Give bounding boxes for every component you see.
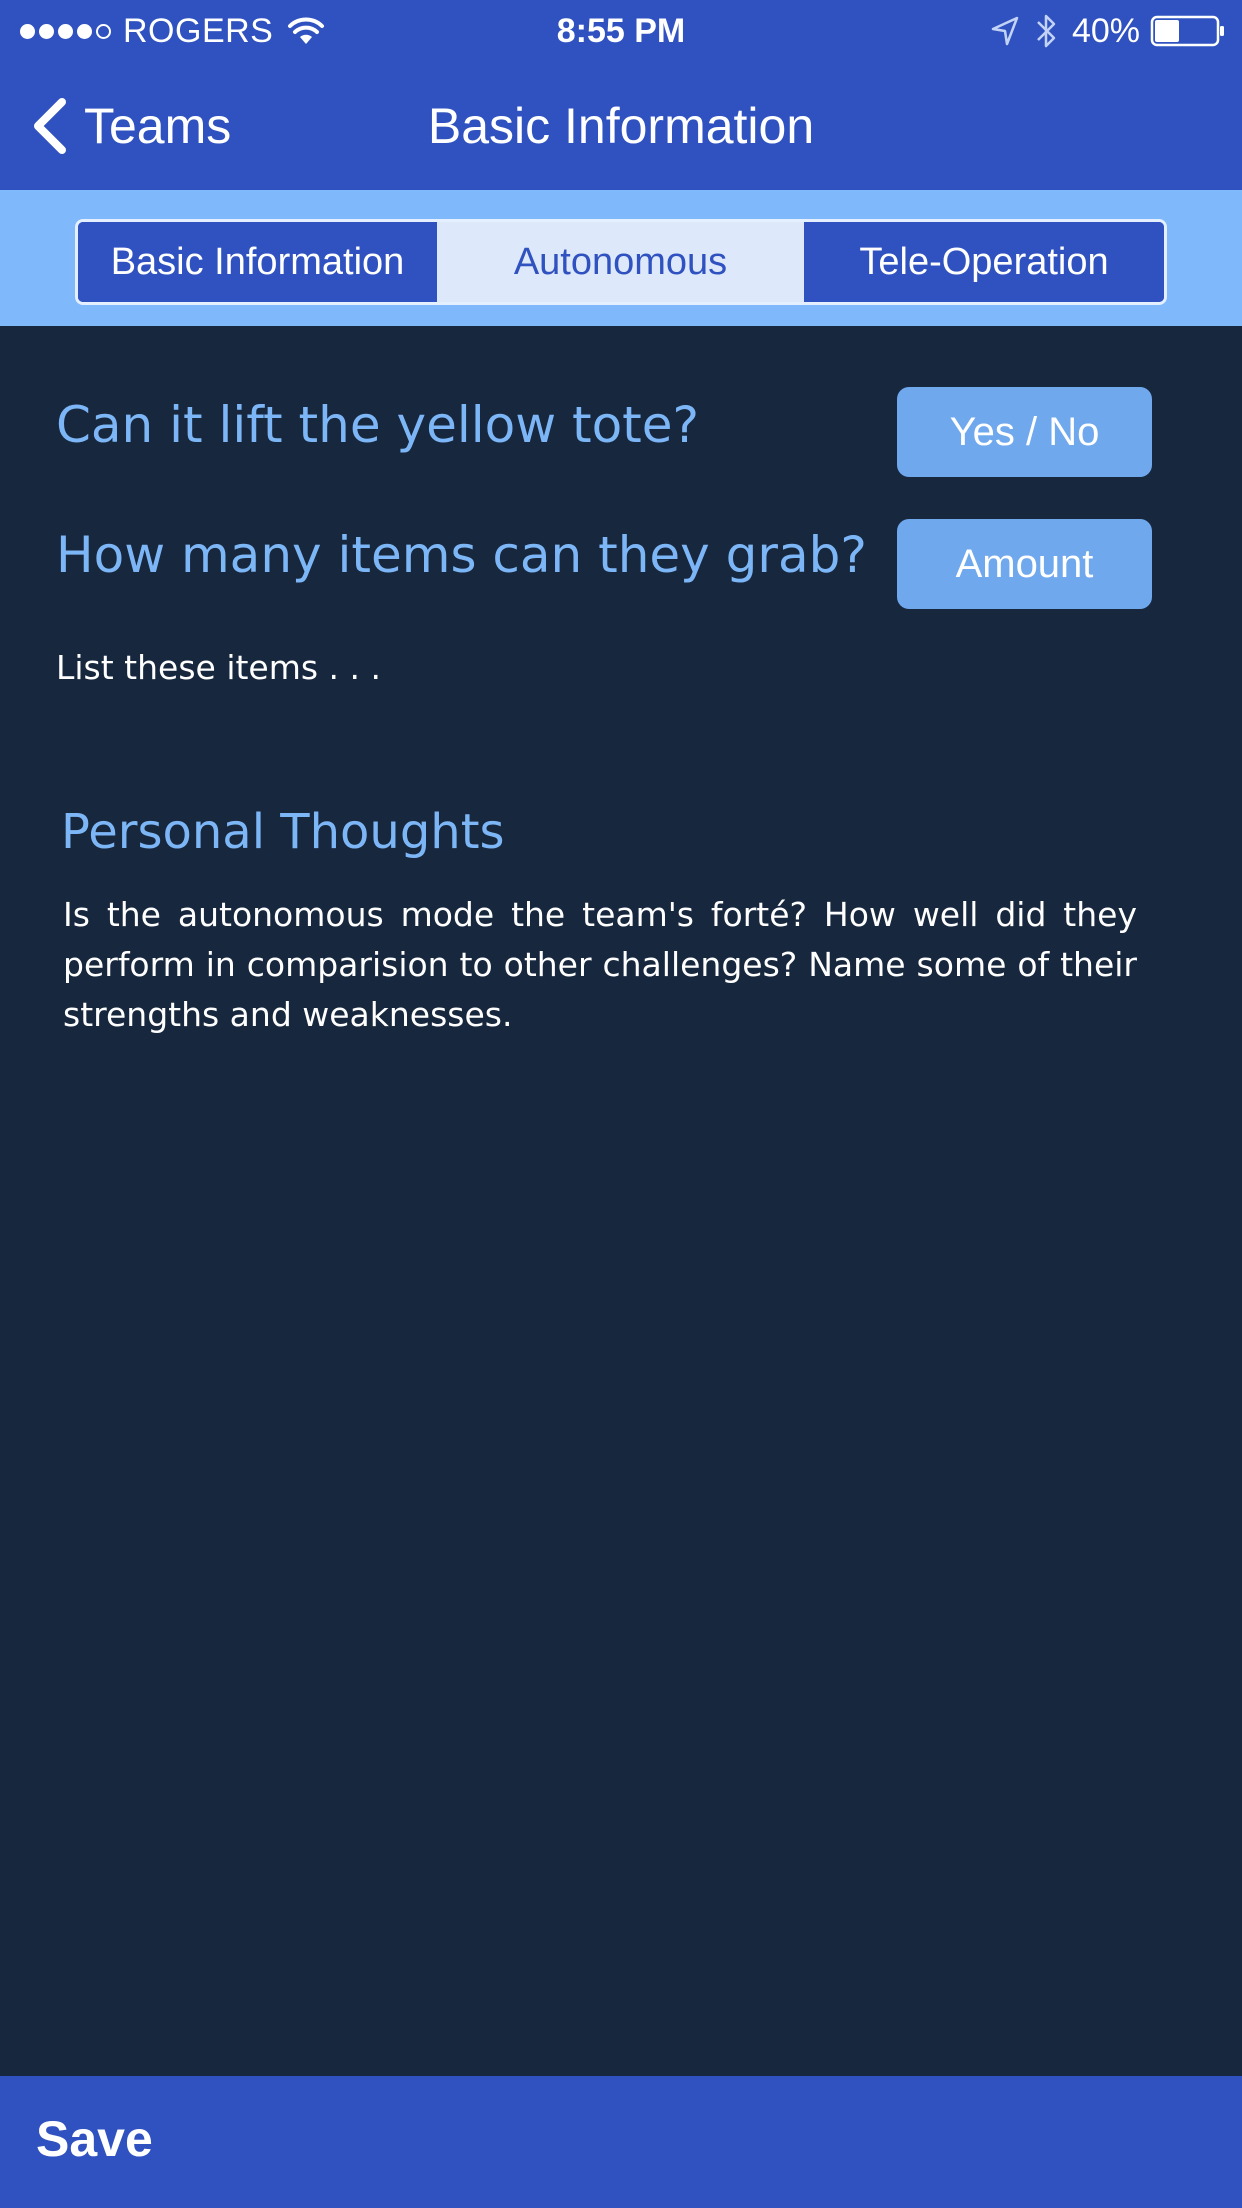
segmented-control: Basic Information Autonomous Tele-Operat… bbox=[75, 219, 1167, 305]
personal-thoughts-title: Personal Thoughts bbox=[61, 804, 505, 860]
save-button[interactable]: Save bbox=[36, 2110, 153, 2168]
bluetooth-icon bbox=[1037, 14, 1056, 48]
personal-thoughts-text[interactable]: Is the autonomous mode the team's forté?… bbox=[63, 890, 1137, 1040]
amount-button[interactable]: Amount bbox=[897, 519, 1152, 609]
navigation-bar: Teams Basic Information bbox=[0, 62, 1242, 190]
list-items-field[interactable]: List these items . . . bbox=[56, 648, 381, 687]
battery-icon bbox=[1150, 15, 1224, 47]
battery-percent: 40% bbox=[1071, 11, 1140, 50]
yes-no-button[interactable]: Yes / No bbox=[897, 387, 1152, 477]
footer-bar: Save bbox=[0, 2076, 1242, 2208]
tab-tele-operation[interactable]: Tele-Operation bbox=[804, 222, 1164, 302]
page-title: Basic Information bbox=[427, 98, 815, 154]
tab-basic-information[interactable]: Basic Information bbox=[78, 222, 437, 302]
question-items-grab: How many items can they grab? bbox=[56, 526, 867, 584]
location-icon bbox=[991, 16, 1019, 46]
status-right: 40% bbox=[990, 9, 1226, 53]
segment-bar: Basic Information Autonomous Tele-Operat… bbox=[0, 190, 1242, 326]
question-lift-tote: Can it lift the yellow tote? bbox=[56, 396, 700, 454]
status-bar: ROGERS 8:55 PM 40% bbox=[0, 0, 1242, 62]
tab-autonomous[interactable]: Autonomous bbox=[437, 222, 804, 302]
